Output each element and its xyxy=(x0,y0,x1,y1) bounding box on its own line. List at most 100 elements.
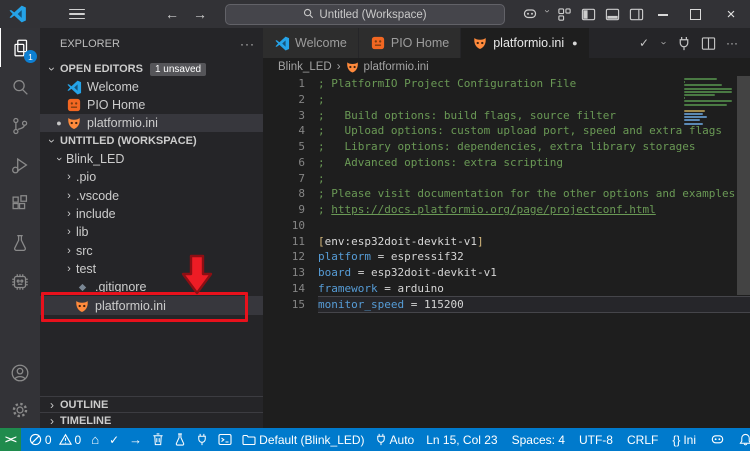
breadcrumb-file[interactable]: platformio.ini xyxy=(364,61,429,73)
code-line-8[interactable]: 8 ; Please visit documentation for the ot… xyxy=(263,186,750,202)
maximize-button[interactable] xyxy=(678,8,712,20)
chevron-right-icon: › xyxy=(67,189,71,202)
tree-item-label: .gitignore xyxy=(95,280,147,295)
open-editors-header[interactable]: › OPEN EDITORS 1 unsaved xyxy=(40,60,263,78)
tree-item--gitignore[interactable]: .gitignore xyxy=(40,278,263,296)
run-dropdown-icon[interactable]: › xyxy=(653,37,675,49)
code-line-6[interactable]: 6 ; Advanced options: extra scripting xyxy=(263,155,750,171)
menu-icon[interactable] xyxy=(69,8,85,20)
serial-monitor-plug-icon[interactable] xyxy=(674,32,694,54)
extensions-icon[interactable] xyxy=(0,184,40,223)
sidebar-more-icon[interactable]: ··· xyxy=(240,37,255,51)
testing-icon[interactable] xyxy=(0,223,40,262)
language-mode[interactable]: {} Ini xyxy=(665,428,703,451)
code-line-11[interactable]: 11 [env:esp32doit-devkit-v1] xyxy=(263,234,750,250)
tree-item-include[interactable]: › include xyxy=(40,205,263,223)
project-environment-switcher[interactable]: Default (Blink_LED) xyxy=(237,428,369,451)
toggle-secondary-sidebar-icon[interactable] xyxy=(624,0,648,28)
tab-welcome[interactable]: Welcome xyxy=(263,28,358,58)
code-line-14[interactable]: 14 framework = arduino xyxy=(263,281,750,297)
chevron-right-icon: › xyxy=(50,413,54,428)
run-task-check-icon[interactable]: ✓ xyxy=(634,32,654,54)
pio-serial-monitor-button[interactable] xyxy=(191,428,213,451)
open-editor-item[interactable]: Welcome xyxy=(40,78,263,96)
open-editors-list: Welcome PIO Home ● platformio.ini xyxy=(40,78,263,132)
back-icon[interactable]: ← xyxy=(165,6,179,22)
terminal-icon xyxy=(218,433,232,446)
split-editor-icon[interactable] xyxy=(698,32,718,54)
timeline-section-header[interactable]: › TIMELINE xyxy=(40,412,263,428)
workspace-header[interactable]: › UNTITLED (WORKSPACE) xyxy=(40,132,263,150)
chevron-down-icon: › xyxy=(45,139,59,143)
explorer-icon[interactable]: 1 xyxy=(0,28,41,67)
more-actions-icon[interactable]: ··· xyxy=(722,32,742,54)
workspace-search-box[interactable]: Untitled (Workspace) xyxy=(225,4,505,25)
editor-group: Welcome PIO Home platformio.ini ● ✓ › ··· B… xyxy=(263,28,750,428)
toggle-sidebar-icon[interactable] xyxy=(576,0,600,28)
code-line-10[interactable]: 10 xyxy=(263,218,750,234)
problems-indicator[interactable]: 0 0 xyxy=(24,428,86,451)
tree-item-platformio-ini[interactable]: platformio.ini xyxy=(40,296,263,315)
code-line-1[interactable]: 1; PlatformIO Project Configuration File xyxy=(263,76,750,92)
run-debug-icon[interactable] xyxy=(0,145,40,184)
close-button[interactable]: × xyxy=(712,6,750,23)
tree-item--pio[interactable]: › .pio xyxy=(40,168,263,186)
minimap[interactable] xyxy=(684,78,736,126)
encoding-setting[interactable]: UTF-8 xyxy=(572,428,620,451)
line-content: ; Please visit documentation for the oth… xyxy=(318,187,736,201)
editor-actions: ✓ › ··· xyxy=(634,28,750,58)
forward-icon[interactable]: → xyxy=(193,6,207,22)
line-number: 12 xyxy=(291,250,305,264)
titlebar: ← → Untitled (Workspace) › × xyxy=(0,0,750,28)
open-editor-item[interactable]: PIO Home xyxy=(40,96,263,114)
pio-upload-button[interactable]: → xyxy=(124,428,147,451)
pio-clean-button[interactable] xyxy=(147,428,169,451)
tree-item-test[interactable]: › test xyxy=(40,260,263,278)
sidebar-title: EXPLORER xyxy=(60,38,120,50)
customize-layout-icon[interactable] xyxy=(552,0,576,28)
indentation-setting[interactable]: Spaces: 4 xyxy=(505,428,572,451)
code-line-13[interactable]: 13 board = esp32doit-devkit-v1 xyxy=(263,265,750,281)
unsaved-badge: 1 unsaved xyxy=(149,62,207,76)
copilot-icon[interactable] xyxy=(518,0,542,28)
remote-indicator[interactable]: >< xyxy=(0,428,21,451)
breadcrumb-folder[interactable]: Blink_LED xyxy=(278,61,332,73)
outline-section-header[interactable]: › OUTLINE xyxy=(40,396,263,412)
toggle-panel-icon[interactable] xyxy=(600,0,624,28)
tab-platformio-ini[interactable]: platformio.ini ● xyxy=(461,28,589,58)
tree-item-blink-led[interactable]: › Blink_LED xyxy=(40,150,263,168)
search-sidebar-icon[interactable] xyxy=(0,67,40,106)
settings-gear-icon[interactable] xyxy=(0,392,40,428)
code-line-2[interactable]: 2; xyxy=(263,92,750,108)
code-line-5[interactable]: 5 ; Library options: dependencies, extra … xyxy=(263,139,750,155)
tree-item-src[interactable]: › src xyxy=(40,241,263,259)
code-line-3[interactable]: 3; Build options: build flags, source fi… xyxy=(263,108,750,124)
code-line-4[interactable]: 4; Upload options: custom upload port, s… xyxy=(263,123,750,139)
eol-setting[interactable]: CRLF xyxy=(620,428,665,451)
copilot-chevron-icon[interactable]: › xyxy=(542,9,553,19)
minimize-button[interactable] xyxy=(648,7,678,21)
source-control-icon[interactable] xyxy=(0,106,40,145)
tab-pio-home[interactable]: PIO Home xyxy=(358,28,461,58)
copilot-status-icon[interactable] xyxy=(703,428,732,451)
account-icon[interactable] xyxy=(0,353,40,392)
pio-build-button[interactable]: ✓ xyxy=(104,428,124,451)
code-line-7[interactable]: 7; xyxy=(263,171,750,187)
scrollbar-thumb[interactable] xyxy=(737,76,750,295)
pio-home-icon xyxy=(370,35,386,51)
platformio-sidebar-icon[interactable] xyxy=(0,262,40,301)
pio-home-button[interactable]: ⌂ xyxy=(86,428,104,451)
serial-port-selector[interactable]: Auto xyxy=(370,428,420,451)
tree-item-lib[interactable]: › lib xyxy=(40,223,263,241)
cursor-position[interactable]: Ln 15, Col 23 xyxy=(419,428,504,451)
code-line-9[interactable]: 9 ; https://docs.platformio.org/page/proj… xyxy=(263,202,750,218)
pio-test-button[interactable] xyxy=(169,428,191,451)
notifications-bell-icon[interactable] xyxy=(732,428,750,451)
open-editor-item[interactable]: ● platformio.ini xyxy=(40,114,263,132)
code-line-15[interactable]: 15 monitor_speed = 115200 xyxy=(263,296,750,313)
pio-terminal-button[interactable] xyxy=(213,428,237,451)
tree-item--vscode[interactable]: › .vscode xyxy=(40,187,263,205)
code-editor[interactable]: 1; PlatformIO Project Configuration File… xyxy=(263,76,750,428)
code-line-12[interactable]: 12 platform = espressif32 xyxy=(263,249,750,265)
braces-icon: {} xyxy=(672,432,681,447)
